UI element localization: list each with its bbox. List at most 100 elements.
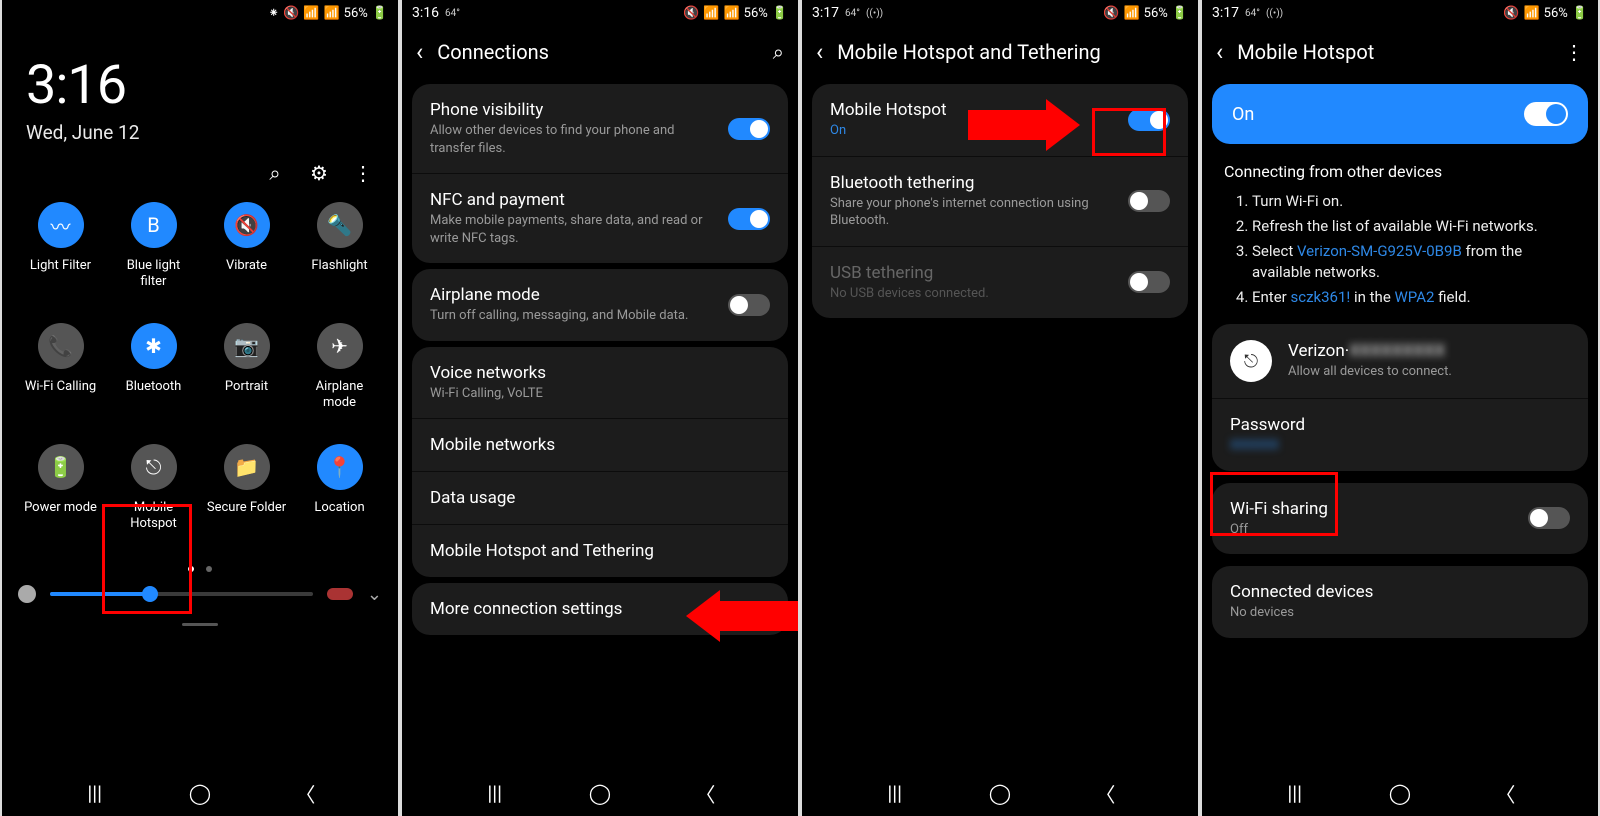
nav-home[interactable]: ◯ — [575, 781, 625, 805]
panel-handle[interactable] — [182, 623, 218, 626]
toggle-icon[interactable] — [728, 208, 770, 230]
qp-tile-wifi-calling[interactable]: 📞Wi-Fi Calling — [20, 323, 102, 410]
settings-row[interactable]: NFC and paymentMake mobile payments, sha… — [412, 174, 788, 263]
row-subtitle: Make mobile payments, share data, and re… — [430, 212, 716, 247]
network-name: Verizon·XXXXXXXXX — [1288, 341, 1570, 361]
search-icon[interactable]: ⌕ — [264, 162, 286, 184]
network-link: Verizon-SM-G925V-0B9B — [1297, 242, 1462, 260]
instruction-item: Enter sczk361! in the WPA2 field. — [1252, 287, 1576, 308]
nav-home[interactable]: ◯ — [1375, 781, 1425, 805]
statusbar: ⁕🔇📶📶56%🔋 — [2, 0, 398, 26]
tile-label: Bluetooth — [126, 379, 182, 395]
status-hotspot-icon: ((•)) — [1266, 8, 1283, 19]
qp-tile-vibrate[interactable]: 🔇Vibrate — [206, 202, 288, 289]
tile-label: Flashlight — [311, 258, 367, 274]
toggle-icon[interactable] — [1128, 109, 1170, 131]
settings-card: Voice networksWi-Fi Calling, VoLTE Mobile… — [412, 347, 788, 578]
settings-row[interactable]: Data usage — [412, 472, 788, 525]
qp-tile-portrait[interactable]: 📷 Portrait — [206, 323, 288, 410]
wifi-sharing-row[interactable]: Wi-Fi sharing Off — [1212, 483, 1588, 555]
qp-tile-wifi[interactable]: 〰Light Filter — [20, 202, 102, 289]
toggle-icon[interactable] — [728, 294, 770, 316]
more-icon[interactable]: ⋮ — [1564, 40, 1584, 64]
status-temp: 64° — [445, 8, 460, 19]
clock-time: 3:16 — [26, 54, 374, 117]
navbar: ||| ◯ 〈 — [402, 770, 798, 816]
qp-tile-power-mode[interactable]: 🔋Power mode — [20, 444, 102, 531]
settings-row[interactable]: Airplane modeTurn off calling, messaging… — [412, 269, 788, 341]
status-time: 3:17 — [1212, 5, 1239, 21]
qp-tile-secure-folder[interactable]: 📁Secure Folder — [206, 444, 288, 531]
qp-tile-bluetooth[interactable]: ✱Bluetooth — [113, 323, 195, 410]
nav-back[interactable]: 〈 — [1480, 779, 1530, 808]
qp-tile-location[interactable]: 📍Location — [299, 444, 381, 531]
back-icon[interactable]: ‹ — [416, 38, 423, 66]
instructions-block: Connecting from other devices Turn Wi-Fi… — [1202, 150, 1598, 318]
nav-recent[interactable]: ||| — [70, 781, 120, 805]
status-time: 3:17 — [812, 5, 839, 21]
settings-row[interactable]: Mobile Hotspot and Tethering — [412, 525, 788, 577]
navbar: ||| ◯ 〈 — [1202, 770, 1598, 816]
vibrate-icon: 🔇 — [224, 202, 270, 248]
nav-home[interactable]: ◯ — [975, 781, 1025, 805]
instruction-item: Select Verizon-SM-G925V-0B9B from the av… — [1252, 241, 1576, 283]
connected-devices-sub: No devices — [1230, 604, 1570, 622]
password-link: sczk361! — [1290, 288, 1350, 306]
settings-row[interactable]: Voice networksWi-Fi Calling, VoLTE — [412, 347, 788, 420]
row-title: Bluetooth tethering — [830, 173, 1116, 193]
tile-label: Portrait — [225, 379, 268, 395]
statusbar: 3:17 64° ((•)) 🔇📶56%🔋 — [802, 0, 1198, 26]
nav-home[interactable]: ◯ — [175, 781, 225, 805]
nav-recent[interactable]: ||| — [470, 781, 520, 805]
status-icon: 🔋 — [1572, 7, 1588, 20]
expand-icon[interactable]: ⌄ — [367, 584, 382, 605]
row-title: Voice networks — [430, 363, 770, 383]
status-icon: 56% — [744, 7, 768, 20]
settings-row[interactable]: Mobile networks — [412, 419, 788, 472]
row-title: Mobile networks — [430, 435, 770, 455]
nav-back[interactable]: 〈 — [680, 779, 730, 808]
status-icon: 📶 — [323, 7, 339, 20]
status-icon: 56% — [1544, 7, 1568, 20]
screen-hotspot-tethering: 3:17 64° ((•)) 🔇📶56%🔋 ‹ Mobile Hotspot a… — [800, 0, 1200, 816]
status-icon: 📶 — [1523, 7, 1539, 20]
toggle-icon[interactable] — [728, 118, 770, 140]
password-row[interactable]: Password XXXXXX — [1212, 399, 1588, 471]
row-title: NFC and payment — [430, 190, 716, 210]
status-temp: 64° — [845, 8, 860, 19]
toggle-icon[interactable] — [1128, 190, 1170, 212]
qp-tile-flashlight[interactable]: 🔦Flashlight — [299, 202, 381, 289]
more-icon[interactable]: ⋮ — [352, 162, 374, 184]
row-title: Data usage — [430, 488, 770, 508]
toggle-icon[interactable] — [1528, 507, 1570, 529]
settings-row[interactable]: Phone visibilityAllow other devices to f… — [412, 84, 788, 174]
nav-recent[interactable]: ||| — [870, 781, 920, 805]
row-subtitle: Allow other devices to find your phone a… — [430, 122, 716, 157]
nav-back[interactable]: 〈 — [280, 779, 330, 808]
brightness-slider[interactable] — [50, 592, 313, 596]
tile-label: Power mode — [24, 500, 97, 516]
settings-icon[interactable]: ⚙ — [308, 162, 330, 184]
settings-row[interactable]: Bluetooth tetheringShare your phone's in… — [812, 157, 1188, 247]
hotspot-master-toggle[interactable]: On — [1212, 84, 1588, 144]
row-subtitle: Turn off calling, messaging, and Mobile … — [430, 307, 716, 325]
connected-devices-row[interactable]: Connected devices No devices — [1212, 566, 1588, 638]
portrait-icon: 📷 — [224, 323, 270, 369]
tile-label: Mobile Hotspot — [113, 500, 195, 531]
wifi-sharing-sub: Off — [1230, 521, 1516, 539]
status-icon: 🔋 — [1172, 7, 1188, 20]
tile-label: Blue light filter — [113, 258, 195, 289]
nav-back[interactable]: 〈 — [1080, 779, 1130, 808]
row-title: Mobile Hotspot and Tethering — [430, 541, 770, 561]
qp-tile-airplane[interactable]: ✈Airplane mode — [299, 323, 381, 410]
status-icon: 🔇 — [683, 7, 699, 20]
statusbar: 3:17 64° ((•)) 🔇📶56%🔋 — [1202, 0, 1598, 26]
search-icon[interactable]: ⌕ — [773, 40, 784, 64]
qp-tile-mobile-hotspot[interactable]: ⎋Mobile Hotspot — [113, 444, 195, 531]
auto-brightness-toggle[interactable] — [327, 588, 353, 600]
nav-recent[interactable]: ||| — [1270, 781, 1320, 805]
back-icon[interactable]: ‹ — [1216, 38, 1223, 66]
qp-tile-blue-light[interactable]: BBlue light filter — [113, 202, 195, 289]
back-icon[interactable]: ‹ — [816, 38, 823, 66]
network-name-row[interactable]: ⎋ Verizon·XXXXXXXXX Allow all devices to… — [1212, 324, 1588, 399]
